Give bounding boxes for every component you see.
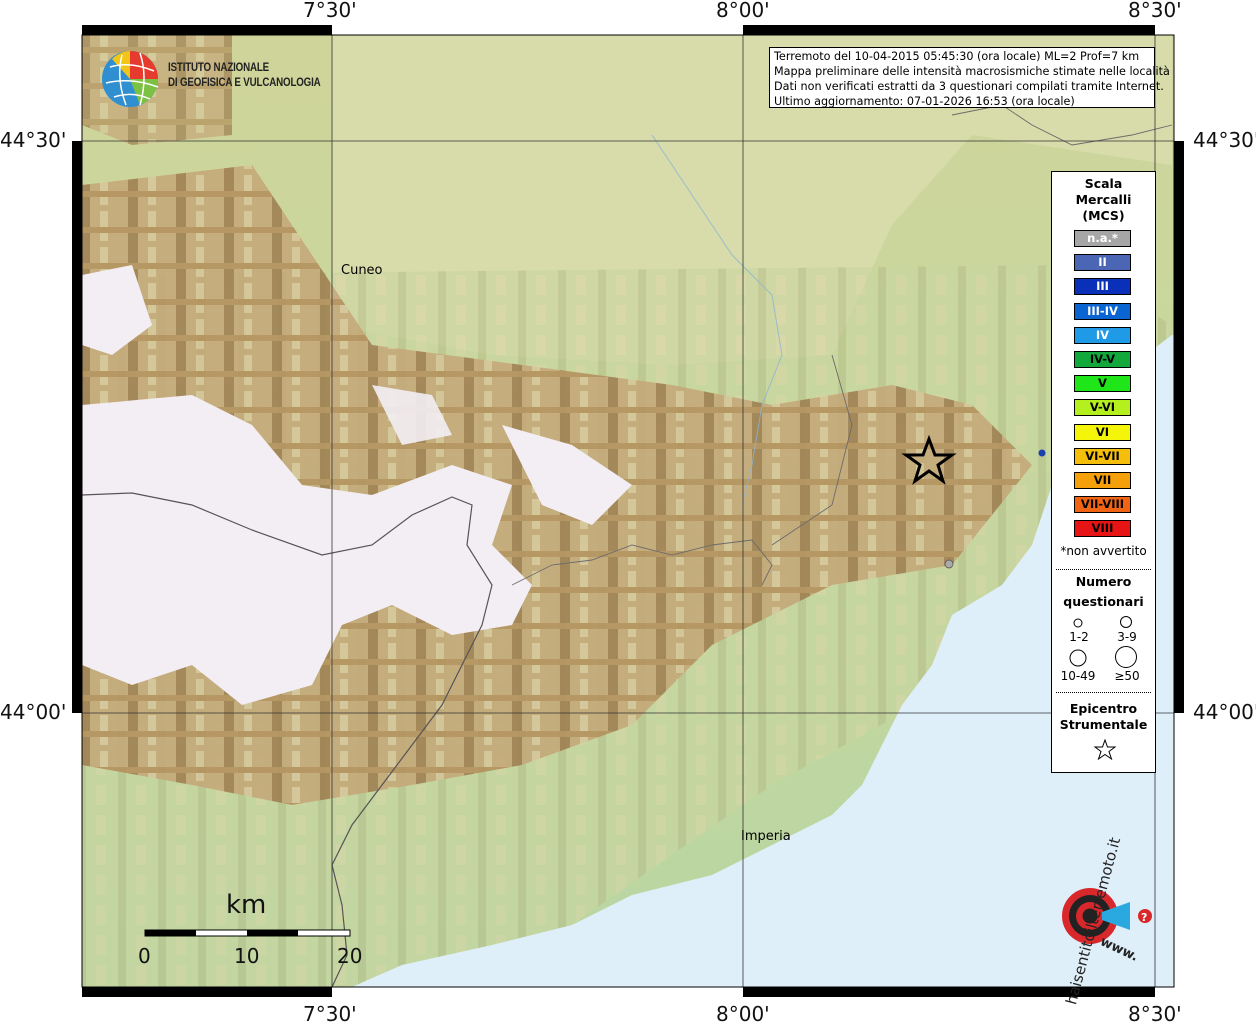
epicenter-title-2: Strumentale [1059,717,1148,732]
lat-label-left-1: 44°30' [0,128,67,152]
epicenter-star-icon [1094,739,1116,761]
event-info-line3: Dati non verificati estratti da 3 questi… [774,80,1164,93]
not-felt-note: *non avvertito [1060,544,1147,558]
scale-bar [144,929,351,937]
mcs-class-viii: VIII [1074,520,1131,538]
mcs-legend: Scala Mercalli (MCS) n.a.* II III III-IV IV I… [1051,171,1156,773]
scale-unit: km [226,890,267,920]
mcs-class-iv-v: IV-V [1074,351,1131,368]
mcs-class-iii: III [1074,278,1131,296]
locality-marker [944,559,954,569]
lon-label-top-2: 8°00' [716,0,770,22]
ingv-name-line1: ISTITUTO NAZIONALE [168,62,270,74]
scale-tick-0: 0 [138,944,151,968]
mcs-class-iii-iv: III-IV [1074,302,1131,320]
intensity-point [1038,449,1046,457]
lat-label-right-1: 44°30' [1193,128,1256,152]
place-imperia: Imperia [741,829,791,844]
lon-label-bottom-3: 8°30' [1128,1002,1182,1026]
scale-tick-20: 20 [337,944,363,968]
mcs-class-na: n.a.* [1074,230,1131,247]
event-info-box: Terremoto del 10-04-2015 05:45:30 (ora l… [769,47,1170,108]
count-size-2: 3-9 [1117,630,1137,644]
mcs-class-v-vi: V-VI [1074,399,1131,417]
lon-label-bottom-1: 7°30' [303,1002,357,1026]
lon-label-top-3: 8°30' [1128,0,1182,22]
mcs-class-v: V [1074,375,1131,393]
scale-tick-10: 10 [234,944,260,968]
count-size-4: ≥50 [1114,669,1140,683]
mcs-class-vii: VII [1074,472,1131,489]
event-info-line4: Ultimo aggiornamento: 07-01-2026 16:53 (… [774,95,1075,108]
count-title-1: Numero [1075,574,1132,589]
ingv-globe-icon [102,51,159,107]
lon-label-bottom-2: 8°00' [716,1002,770,1026]
ingv-name-line2: DI GEOFISICA E VULCANOLOGIA [168,77,321,89]
hsit-logo-text: haisentitoilterremoto.it www. [1035,835,1165,1006]
ingv-logo [100,47,162,113]
lat-label-right-2: 44°00' [1193,700,1256,724]
epicenter-title-1: Epicentro [1069,701,1138,716]
mcs-class-vii-viii: VII-VIII [1074,496,1131,514]
mcs-class-vi-vii: VI-VII [1074,447,1131,465]
lon-label-top-1: 7°30' [303,0,357,22]
event-info-line1: Terremoto del 10-04-2015 05:45:30 (ora l… [774,50,1140,63]
lat-label-left-2: 44°00' [0,700,67,724]
count-title-2: questionari [1063,594,1144,609]
legend-title-3: (MCS) [1082,208,1125,223]
hsit-brand-sub: www. [1097,934,1141,965]
mcs-class-iv: IV [1074,326,1131,344]
mcs-class-ii: II [1074,254,1131,272]
event-info-line2: Mappa preliminare delle intensità macros… [774,65,1170,78]
map-canvas[interactable] [72,25,1184,997]
legend-title-2: Mercalli [1075,192,1132,207]
legend-title-1: Scala [1084,176,1123,191]
place-cuneo: Cuneo [341,263,383,278]
mcs-class-vi: VI [1074,423,1131,441]
count-size-1: 1-2 [1069,630,1089,644]
count-size-3: 10-49 [1060,669,1096,683]
